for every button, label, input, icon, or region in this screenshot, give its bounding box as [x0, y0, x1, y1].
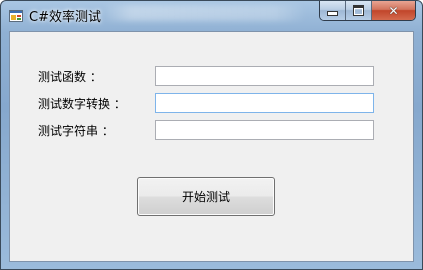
caption-buttons: ✕ [319, 1, 416, 21]
start-test-button[interactable]: 开始测试 [137, 177, 275, 216]
minimize-button[interactable] [320, 1, 346, 20]
title-bar-glass [101, 5, 306, 21]
test-number-conversion-input[interactable] [155, 93, 374, 113]
field-label-test-number-conversion: 测试数字转换 ： [38, 97, 126, 111]
start-test-button-label: 开始测试 [181, 190, 230, 204]
app-window: C#效率测试 ✕ 测试函数 ： 测试数字转换 ： 测试字符串 ： 开始测试 [0, 0, 423, 270]
field-label-test-string: 测试字符串 ： [38, 124, 114, 138]
close-icon: ✕ [388, 3, 399, 18]
maximize-icon [353, 5, 364, 16]
field-label-test-function: 测试函数 ： [38, 70, 102, 84]
maximize-button[interactable] [346, 1, 372, 20]
test-string-input[interactable] [155, 120, 374, 140]
test-function-input[interactable] [155, 66, 374, 86]
close-button[interactable]: ✕ [372, 1, 415, 20]
window-title: C#效率测试 [29, 10, 101, 25]
app-window-icon[interactable] [9, 8, 23, 22]
minimize-icon [327, 11, 338, 16]
title-bar[interactable]: C#效率测试 ✕ [1, 1, 422, 31]
form-client-area: 测试函数 ： 测试数字转换 ： 测试字符串 ： 开始测试 [9, 31, 414, 262]
